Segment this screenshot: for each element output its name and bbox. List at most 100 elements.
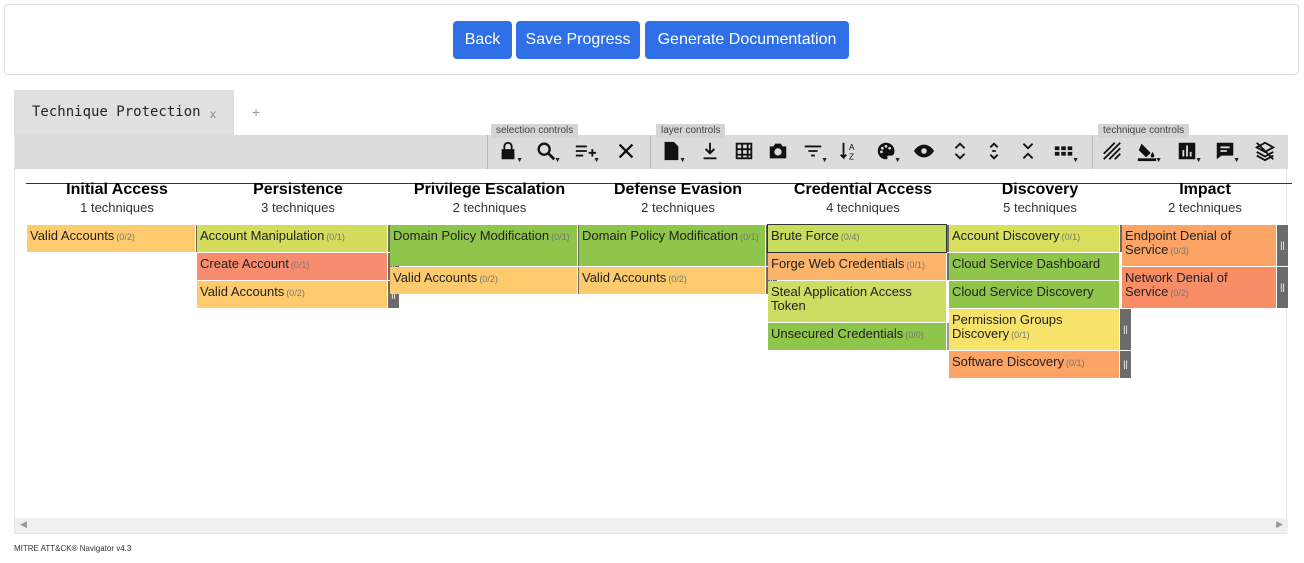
technique-cell[interactable]: Forge Web Credentials (0/1) xyxy=(768,253,946,280)
technique-cell[interactable]: Endpoint Denial of Service (0/3) xyxy=(1122,225,1276,266)
technique-cell[interactable]: Valid Accounts (0/2) xyxy=(27,225,195,252)
technique-score: (0/3) xyxy=(1170,246,1189,256)
technique-name: Valid Accounts xyxy=(582,270,667,285)
technique-score: (0/2) xyxy=(1170,288,1189,298)
toolbar-divider xyxy=(487,135,488,169)
svg-text:A: A xyxy=(849,143,855,152)
technique-score: (0/0) xyxy=(905,330,924,340)
excel-icon[interactable] xyxy=(733,140,759,164)
tactic-header[interactable]: Privilege Escalation 2 techniques xyxy=(390,181,589,215)
tactic-technique-count: 2 techniques xyxy=(1168,200,1242,215)
back-button[interactable]: Back xyxy=(453,21,512,59)
subtechnique-toggle[interactable]: || xyxy=(1277,225,1288,266)
toolbar: selection controls layer controls techni… xyxy=(15,124,1288,169)
technique-score: (0/1) xyxy=(551,232,570,242)
filter-icon[interactable]: ▼ xyxy=(802,140,828,164)
technique-name: Brute Force xyxy=(771,228,839,243)
technique-score: (0/2) xyxy=(116,232,135,242)
horizontal-scrollbar[interactable]: ◀ ▶ xyxy=(15,518,1288,533)
tactic-name: Defense Evasion xyxy=(613,181,743,198)
tactic-header[interactable]: Persistence 3 techniques xyxy=(197,181,399,215)
technique-name: Valid Accounts xyxy=(30,228,115,243)
svg-text:Z: Z xyxy=(849,152,854,161)
close-tab-icon[interactable]: x xyxy=(210,107,216,121)
tactic-header[interactable]: Credential Access 4 techniques xyxy=(768,181,958,215)
expand-subtechniques-icon[interactable] xyxy=(949,140,975,164)
camera-icon[interactable] xyxy=(767,140,793,164)
tactic-technique-count: 2 techniques xyxy=(641,200,715,215)
technique-name: Permission Groups Discovery xyxy=(952,312,1063,341)
add-tab-button[interactable]: + xyxy=(252,104,260,120)
search-icon[interactable]: ▼ xyxy=(535,140,561,164)
technique-cell[interactable]: Account Discovery (0/1) xyxy=(949,225,1119,252)
technique-name: Cloud Service Discovery xyxy=(952,284,1094,299)
subtechnique-toggle[interactable]: || xyxy=(1120,309,1131,350)
technique-cell[interactable]: Account Manipulation (0/1) xyxy=(197,225,387,252)
technique-score: (0/4) xyxy=(840,232,860,242)
color-setup-icon[interactable]: ▼ xyxy=(875,140,901,164)
tactic-header[interactable]: Initial Access 1 techniques xyxy=(27,181,207,215)
technique-controls-label: technique controls xyxy=(1098,124,1190,138)
technique-name: Domain Policy Modification xyxy=(393,228,550,243)
technique-name: Account Manipulation xyxy=(200,228,325,243)
toolbar-divider xyxy=(1092,135,1093,169)
technique-score: (0/1) xyxy=(1061,232,1081,242)
technique-name: Domain Policy Modification xyxy=(582,228,739,243)
technique-cell[interactable]: Cloud Service Dashboard xyxy=(949,253,1119,280)
technique-cell[interactable]: Unsecured Credentials (0/0) xyxy=(768,323,946,350)
technique-cell[interactable]: Create Account (0/1) xyxy=(197,253,387,280)
scoring-icon[interactable]: ▼ xyxy=(1176,140,1202,164)
tactic-header[interactable]: Impact 2 techniques xyxy=(1122,181,1288,215)
download-icon[interactable] xyxy=(699,140,725,164)
layer-controls-label: layer controls xyxy=(656,124,726,138)
tab-title: Technique Protection xyxy=(32,104,201,120)
technique-name: Valid Accounts xyxy=(393,270,478,285)
technique-score: (0/1) xyxy=(326,232,345,242)
technique-cell[interactable]: Permission Groups Discovery (0/1) xyxy=(949,309,1119,350)
layer-info-icon[interactable]: ▼ xyxy=(660,140,686,164)
scroll-right-icon[interactable]: ▶ xyxy=(1276,519,1283,530)
technique-name: Account Discovery xyxy=(952,228,1060,243)
tactic-name: Privilege Escalation xyxy=(413,181,566,198)
collapse-all-icon[interactable] xyxy=(1017,140,1043,164)
lock-icon[interactable]: ▼ xyxy=(497,140,523,164)
technique-score: (0/2) xyxy=(479,274,498,284)
scroll-left-icon[interactable]: ◀ xyxy=(20,519,27,530)
generate-documentation-button[interactable]: Generate Documentation xyxy=(645,21,849,59)
comment-icon[interactable]: ▼ xyxy=(1214,140,1240,164)
eye-icon[interactable] xyxy=(913,140,939,164)
tab-technique-protection[interactable]: Technique Protection x xyxy=(14,90,234,135)
hatch-icon[interactable] xyxy=(1101,140,1127,164)
deselect-icon[interactable] xyxy=(615,140,641,164)
multiselect-icon[interactable]: ▼ xyxy=(574,140,600,164)
technique-score: (0/2) xyxy=(668,274,687,284)
technique-score: (0/1) xyxy=(290,260,310,270)
technique-name: Valid Accounts xyxy=(200,284,285,299)
tactic-header[interactable]: Defense Evasion 2 techniques xyxy=(579,181,777,215)
fill-color-icon[interactable]: ▼ xyxy=(1136,140,1162,164)
tactic-technique-count: 1 techniques xyxy=(80,200,154,215)
expand-all-icon[interactable] xyxy=(983,140,1009,164)
technique-cell[interactable]: Network Denial of Service (0/2) xyxy=(1122,267,1276,308)
technique-cell[interactable]: Brute Force (0/4) xyxy=(767,224,947,253)
toolbar-divider xyxy=(650,135,651,169)
tactic-technique-count: 5 techniques xyxy=(1003,200,1077,215)
technique-cell[interactable]: Steal Application Access Token xyxy=(768,281,946,322)
technique-cell[interactable]: Valid Accounts (0/2) xyxy=(579,267,765,294)
matrix-viewer: selection controls layer controls techni… xyxy=(14,124,1292,534)
technique-cell[interactable]: Valid Accounts (0/2) xyxy=(197,281,387,308)
sort-icon[interactable]: AZ xyxy=(838,140,864,164)
technique-cell[interactable]: Software Discovery (0/1) xyxy=(949,351,1119,378)
subtechnique-toggle[interactable]: || xyxy=(1277,267,1288,308)
layer-tabs: Technique Protection x + xyxy=(14,90,1287,135)
tactic-header[interactable]: Discovery 5 techniques xyxy=(949,181,1131,215)
technique-cell[interactable]: Domain Policy Modification (0/1) xyxy=(579,225,765,266)
matrix-layout-icon[interactable]: ▼ xyxy=(1053,140,1079,164)
save-progress-button[interactable]: Save Progress xyxy=(516,21,640,59)
technique-cell[interactable]: Domain Policy Modification (0/1) xyxy=(390,225,577,266)
technique-cell[interactable]: Cloud Service Discovery xyxy=(949,281,1119,308)
clear-annotations-icon[interactable] xyxy=(1254,140,1280,164)
subtechnique-toggle[interactable]: || xyxy=(1120,351,1131,378)
technique-name: Software Discovery xyxy=(952,354,1064,369)
technique-cell[interactable]: Valid Accounts (0/2) xyxy=(390,267,577,294)
